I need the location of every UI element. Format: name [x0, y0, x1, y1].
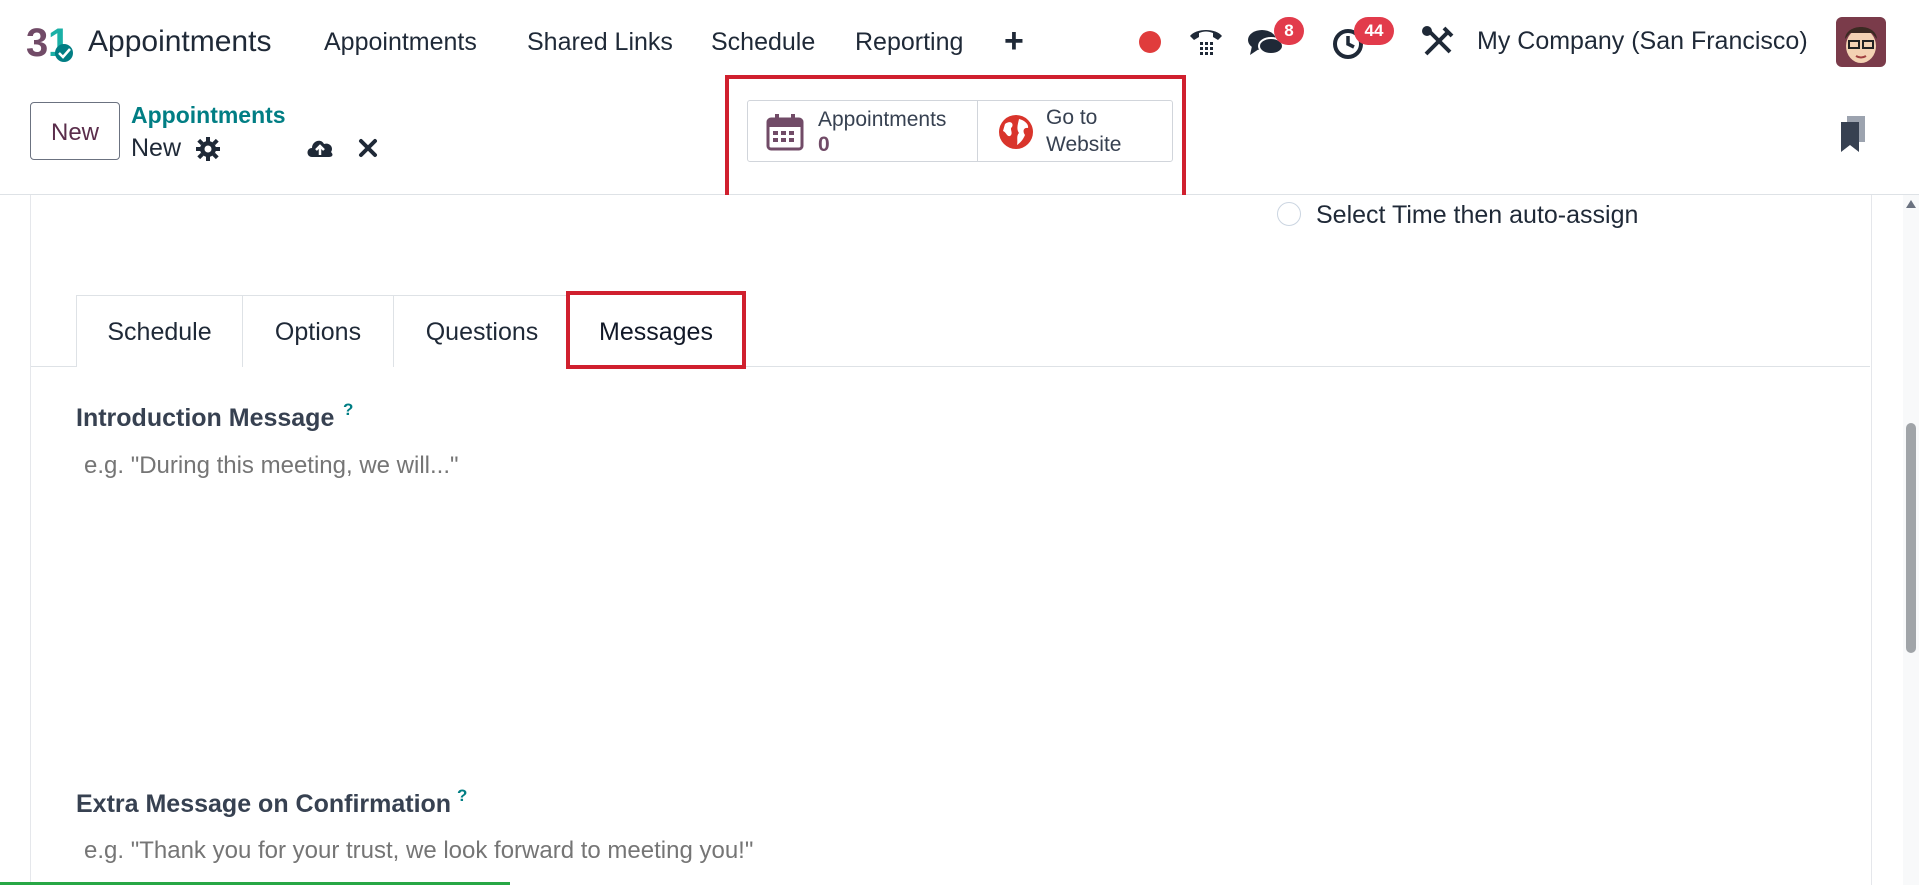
menu-reporting[interactable]: Reporting — [855, 28, 963, 57]
tab-schedule[interactable]: Schedule — [76, 295, 243, 367]
intro-message-label: Introduction Message — [76, 404, 335, 432]
scrollbar-thumb[interactable] — [1906, 423, 1916, 653]
smart-buttons-highlight — [725, 75, 1186, 204]
confirmation-message-label: Extra Message on Confirmation — [76, 790, 452, 818]
chat-badge: 8 — [1274, 17, 1304, 45]
menu-shared-links[interactable]: Shared Links — [527, 28, 673, 57]
tab-questions[interactable]: Questions — [393, 295, 571, 367]
intro-help-tooltip[interactable]: ? — [343, 400, 353, 420]
user-avatar[interactable] — [1836, 17, 1886, 67]
company-switcher[interactable]: My Company (San Francisco) — [1477, 27, 1808, 56]
discard-close-icon[interactable] — [356, 136, 380, 160]
tab-options[interactable]: Options — [242, 295, 394, 367]
svg-text:3: 3 — [26, 21, 48, 64]
intro-message-field[interactable] — [84, 452, 1784, 480]
save-cloud-icon[interactable] — [305, 133, 335, 163]
menu-appointments[interactable]: Appointments — [324, 28, 477, 57]
activity-badge: 44 — [1354, 17, 1394, 45]
add-menu-icon[interactable]: + — [1004, 22, 1024, 61]
bookmark-icon[interactable] — [1838, 115, 1868, 153]
phone-icon[interactable] — [1186, 22, 1226, 62]
gear-icon[interactable] — [196, 137, 220, 161]
confirmation-message-field[interactable] — [84, 837, 1784, 865]
menu-schedule[interactable]: Schedule — [711, 28, 815, 57]
auto-assign-radio-label[interactable]: Select Time then auto-assign — [1316, 201, 1638, 230]
confirmation-help-tooltip[interactable]: ? — [457, 786, 467, 806]
app-title[interactable]: Appointments — [88, 25, 271, 59]
messages-tab-highlight — [566, 291, 746, 369]
appointments-app-logo[interactable]: 3 1 — [26, 20, 76, 64]
breadcrumb-current: New — [131, 134, 182, 162]
new-button[interactable]: New — [30, 102, 120, 160]
auto-assign-radio[interactable] — [1277, 202, 1301, 226]
scroll-up-arrow-icon[interactable] — [1906, 200, 1916, 208]
debug-tools-icon[interactable] — [1418, 22, 1458, 62]
breadcrumb-parent[interactable]: Appointments — [131, 102, 286, 129]
top-navbar: 3 1 Appointments Appointments Shared Lin… — [0, 0, 1919, 86]
record-status-icon[interactable] — [1139, 31, 1161, 53]
